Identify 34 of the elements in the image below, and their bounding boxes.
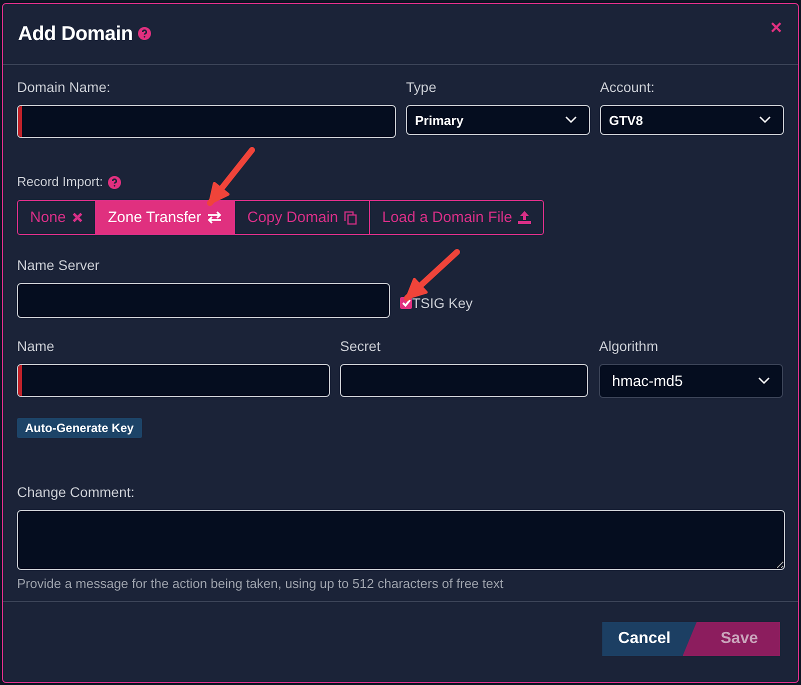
name-server-input[interactable] xyxy=(17,283,390,318)
field-label: Name Server xyxy=(17,257,100,273)
help-icon[interactable] xyxy=(138,26,152,40)
chevron-down-icon xyxy=(758,377,770,385)
change-comment-textarea[interactable] xyxy=(17,510,785,570)
chevron-down-icon xyxy=(759,116,771,124)
field-label: Domain Name: xyxy=(17,79,112,95)
annotation-arrow xyxy=(206,146,256,207)
account-select[interactable]: GTV8 xyxy=(600,105,784,135)
field-label: Account: xyxy=(600,79,656,95)
import-option-tab[interactable]: Zone Transfer xyxy=(94,201,234,234)
domain-name-input[interactable] xyxy=(17,105,396,138)
algorithm-select[interactable]: hmac-md5 xyxy=(599,364,783,398)
upload-icon xyxy=(518,211,532,224)
help-icon[interactable] xyxy=(108,176,121,188)
field-label: Name xyxy=(17,338,56,354)
field-label: Type xyxy=(406,79,438,95)
swap-arrows-icon xyxy=(207,211,222,224)
checkmark-icon xyxy=(402,298,410,306)
field-label: Record Import: xyxy=(17,174,103,190)
copy-icon xyxy=(344,210,358,224)
helper-text: Provide a message for the action being taken, using up to 512 characters of free text xyxy=(17,576,504,591)
dialog-title: Add Domain xyxy=(18,22,152,46)
auto-generate-key-button[interactable]: Auto-Generate Key xyxy=(17,418,142,438)
text-input[interactable] xyxy=(17,364,330,397)
type-select[interactable]: Primary xyxy=(406,105,590,135)
close-button[interactable]: × xyxy=(770,16,782,40)
field-label: Change Comment: xyxy=(17,484,136,500)
field-label: Algorithm xyxy=(599,338,660,354)
text-input[interactable] xyxy=(340,364,588,397)
x-icon xyxy=(72,212,83,223)
chevron-down-icon xyxy=(565,116,577,124)
field-label: Secret xyxy=(340,338,382,354)
cancel-button[interactable]: Cancel xyxy=(602,622,697,656)
